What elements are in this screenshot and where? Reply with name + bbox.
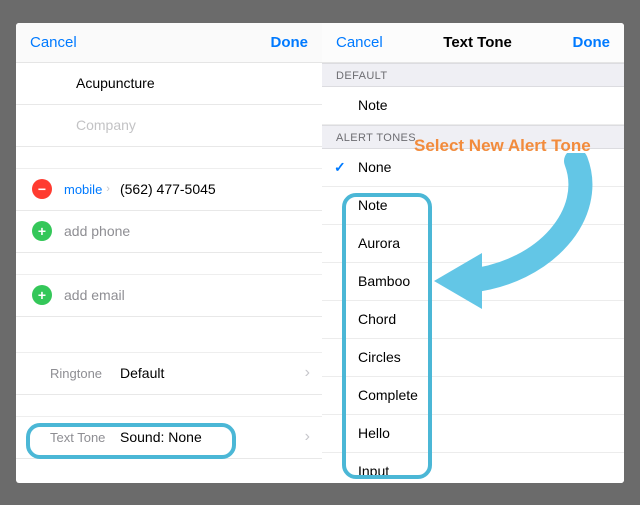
texttone-value: Sound: None — [120, 429, 305, 445]
ringtone-row[interactable]: Ringtone Default › — [16, 353, 322, 395]
section-default: DEFAULT — [322, 63, 624, 87]
company-placeholder: Company — [76, 117, 136, 133]
navbar-left: Cancel Done — [16, 23, 322, 63]
chevron-right-icon: › — [305, 364, 310, 382]
add-email-label: add email — [64, 287, 125, 303]
edit-contact-pane: Cancel Done Acupuncture Company − mobile… — [16, 23, 322, 483]
phone-row[interactable]: − mobile › (562) 477-5045 — [16, 169, 322, 211]
chevron-right-icon: › — [305, 428, 310, 446]
add-phone-label: add phone — [64, 223, 130, 239]
tone-row[interactable]: Circles — [322, 339, 624, 377]
done-button[interactable]: Done — [572, 34, 610, 51]
plus-icon[interactable]: + — [32, 221, 52, 241]
default-tone-row[interactable]: Note — [322, 87, 624, 125]
spacer — [16, 317, 322, 353]
tone-row[interactable]: Input — [322, 453, 624, 483]
texttone-picker-pane: Cancel Text Tone Done DEFAULT Note ALERT… — [322, 23, 624, 483]
tone-row[interactable]: Note — [322, 187, 624, 225]
screenshot-stage: Cancel Done Acupuncture Company − mobile… — [16, 23, 624, 483]
ringtone-value: Default — [120, 365, 305, 381]
tone-label: Bamboo — [358, 273, 410, 289]
tone-row[interactable]: Hello — [322, 415, 624, 453]
company-field[interactable]: Company — [16, 105, 322, 147]
tone-label: Chord — [358, 311, 396, 327]
tone-label: Input — [358, 463, 389, 479]
plus-icon[interactable]: + — [32, 285, 52, 305]
page-title: Text Tone — [443, 34, 512, 51]
spacer — [16, 253, 322, 275]
cancel-button[interactable]: Cancel — [336, 34, 383, 51]
annotation-callout: Select New Alert Tone — [414, 136, 591, 156]
tone-row[interactable]: Complete — [322, 377, 624, 415]
ringtone-label: Ringtone — [50, 366, 108, 381]
tone-row[interactable]: Chord — [322, 301, 624, 339]
default-tone-label: Note — [358, 97, 388, 113]
chevron-right-icon: › — [106, 183, 110, 195]
tone-label: Circles — [358, 349, 401, 365]
contact-name-value: Acupuncture — [76, 75, 155, 91]
add-phone-row[interactable]: + add phone — [16, 211, 322, 253]
add-email-row[interactable]: + add email — [16, 275, 322, 317]
spacer — [16, 147, 322, 169]
tone-label: Complete — [358, 387, 418, 403]
check-icon: ✓ — [334, 159, 346, 176]
cancel-button[interactable]: Cancel — [30, 34, 77, 51]
done-button[interactable]: Done — [270, 34, 308, 51]
tone-row[interactable]: Aurora — [322, 225, 624, 263]
minus-icon[interactable]: − — [32, 179, 52, 199]
phone-type[interactable]: mobile — [64, 182, 102, 197]
contact-name-field[interactable]: Acupuncture — [16, 63, 322, 105]
tone-label: Aurora — [358, 235, 400, 251]
texttone-label: Text Tone — [50, 430, 108, 445]
tone-label: Hello — [358, 425, 390, 441]
phone-value[interactable]: (562) 477-5045 — [120, 181, 310, 197]
tone-label: None — [358, 159, 391, 175]
navbar-right: Cancel Text Tone Done — [322, 23, 624, 63]
tone-row[interactable]: Bamboo — [322, 263, 624, 301]
spacer — [16, 395, 322, 417]
texttone-row[interactable]: Text Tone Sound: None › — [16, 417, 322, 459]
tone-label: Note — [358, 197, 388, 213]
